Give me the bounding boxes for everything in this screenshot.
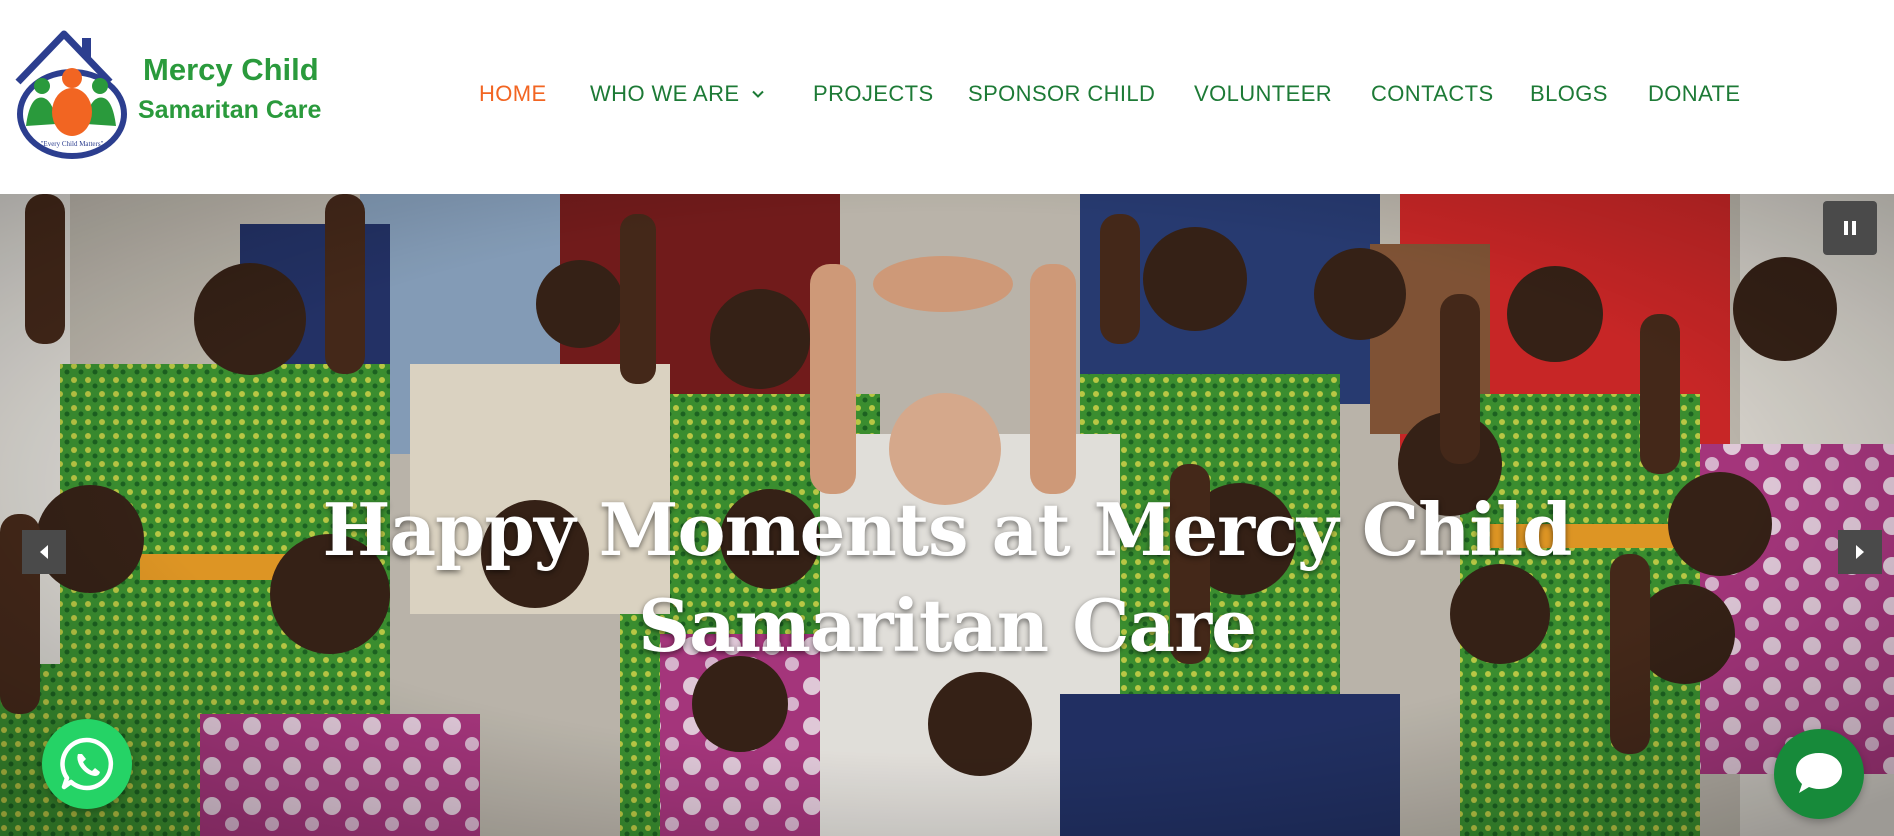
- hero-title-line2: Samaritan Care: [638, 583, 1257, 668]
- chat-bubble-icon: [1796, 753, 1842, 793]
- arrow-right-icon: [1856, 545, 1864, 559]
- nav-blogs[interactable]: BLOGS: [1530, 78, 1608, 110]
- slider-next-button[interactable]: [1838, 530, 1882, 574]
- chevron-down-icon: [752, 90, 765, 98]
- nav-home[interactable]: HOME: [479, 78, 547, 110]
- slider-pause-button[interactable]: [1823, 201, 1877, 255]
- hero-title: Happy Moments at Mercy Child Samaritan C…: [0, 482, 1894, 674]
- hero-title-line1: Happy Moments at Mercy Child: [322, 487, 1572, 572]
- nav-donate[interactable]: DONATE: [1648, 78, 1740, 110]
- logo-tagline: "Every Child Matters": [41, 140, 104, 148]
- nav-who-we-are[interactable]: WHO WE ARE: [590, 78, 765, 110]
- nav-volunteer[interactable]: VOLUNTEER: [1194, 78, 1332, 110]
- arrow-left-icon: [40, 545, 48, 559]
- slider-prev-button[interactable]: [22, 530, 66, 574]
- pause-icon: [1842, 221, 1858, 235]
- chat-button[interactable]: [1774, 729, 1864, 819]
- nav-projects[interactable]: PROJECTS: [813, 78, 934, 110]
- whatsapp-button[interactable]: [42, 719, 132, 809]
- hero-slider: Happy Moments at Mercy Child Samaritan C…: [0, 194, 1894, 836]
- whatsapp-icon: [60, 737, 114, 791]
- nav-contacts[interactable]: CONTACTS: [1371, 78, 1494, 110]
- site-header: "Every Child Matters" Mercy Child Samari…: [0, 0, 1894, 194]
- nav-sponsor-child[interactable]: SPONSOR CHILD: [968, 78, 1155, 110]
- nav-who-we-are-label: WHO WE ARE: [590, 81, 740, 106]
- main-nav: HOME WHO WE ARE PROJECTS SPONSOR CHILD V…: [0, 78, 1894, 110]
